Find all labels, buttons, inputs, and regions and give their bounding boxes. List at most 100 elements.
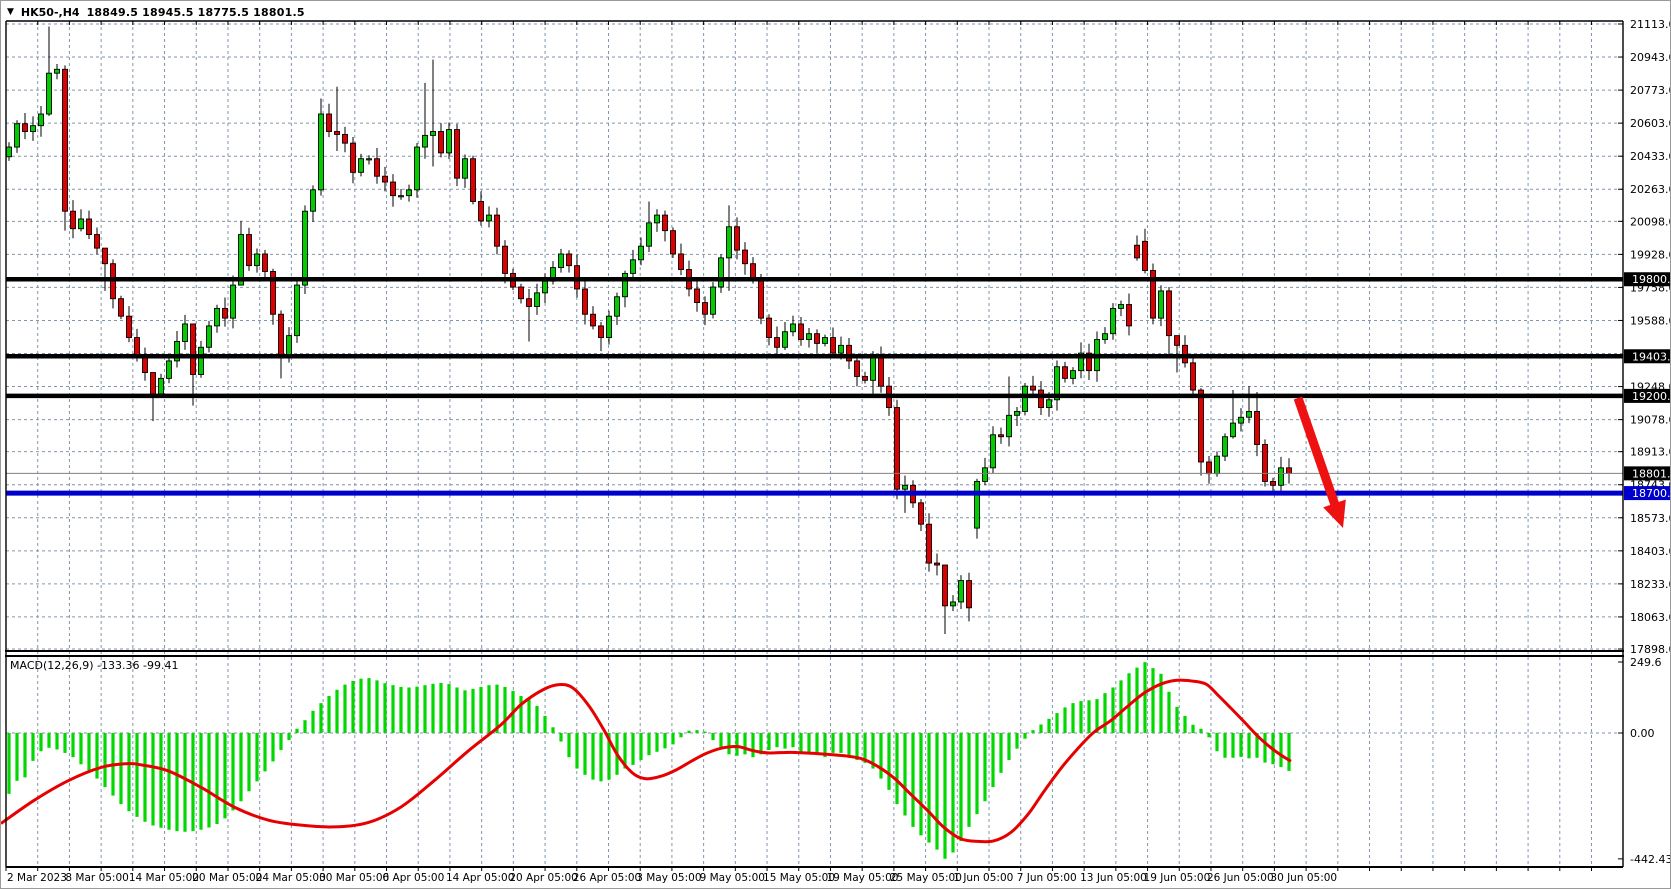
time-axis-label: 25 May 05:00: [890, 872, 962, 884]
time-axis-label: 26 Jun 05:00: [1207, 872, 1274, 884]
bear-candle-body: [1191, 363, 1196, 390]
bull-candle-body: [231, 285, 236, 318]
price-axis-label: 19928.0: [1630, 248, 1671, 261]
time-axis-label: 14 Apr 05:00: [446, 872, 514, 884]
bull-candle-body: [183, 324, 188, 341]
bull-candle-body: [1047, 400, 1052, 408]
bear-candle-body: [279, 314, 284, 357]
price-axis-label: 18063.0: [1630, 611, 1671, 624]
bear-candle-body: [503, 246, 508, 273]
price-axis-label: 18233.0: [1630, 578, 1671, 591]
price-axis-label: 20773.0: [1630, 84, 1671, 97]
time-axis-label: 19 Jun 05:00: [1144, 872, 1211, 884]
bear-candle-body: [135, 338, 140, 355]
mt4-chart-window: ▼ HK50-,H4 18849.5 18945.5 18775.5 18801…: [0, 0, 1671, 889]
bear-candle-body: [23, 124, 28, 132]
bear-candle-body: [767, 318, 772, 337]
bear-candle-body: [591, 314, 596, 326]
bear-candle-body: [1271, 481, 1276, 485]
bear-candle-body: [943, 565, 948, 606]
candle: [247, 228, 252, 271]
bear-candle-body: [703, 303, 708, 315]
price-badge-text: 19200.0: [1632, 390, 1671, 403]
bull-candle-body: [367, 159, 372, 160]
bull-candle-body: [711, 287, 716, 314]
bull-candle-body: [839, 345, 844, 353]
time-axis-label: 20 Mar 05:00: [192, 872, 262, 884]
bear-candle-body: [895, 408, 900, 490]
bear-candle-body: [223, 308, 228, 318]
candle: [119, 296, 124, 319]
time-axis: 2 Mar 20238 Mar 05:0014 Mar 05:0020 Mar …: [7, 872, 1337, 884]
time-axis-label: 26 Apr 05:00: [573, 872, 641, 884]
candle: [1263, 439, 1268, 486]
bull-candle-body: [807, 334, 812, 340]
bear-candle-body: [759, 279, 764, 318]
panel-separator-bottom[interactable]: [5, 655, 1624, 657]
price-badge-text: 18801.5: [1632, 467, 1671, 480]
ohlc-values: 18849.5 18945.5 18775.5 18801.5: [87, 6, 305, 19]
bull-candle-body: [215, 308, 220, 325]
bear-candle-body: [663, 215, 668, 231]
candle: [415, 143, 420, 197]
price-axis-label: 19588.0: [1630, 314, 1671, 327]
time-axis-label: 3 May 05:00: [636, 872, 701, 884]
bear-candle-body: [527, 299, 532, 307]
bull-candle-body: [1215, 456, 1220, 473]
bull-candle-body: [287, 336, 292, 357]
bear-candle-body: [599, 326, 604, 338]
bull-candle-body: [1223, 437, 1228, 456]
bear-candle-body: [967, 581, 972, 608]
bear-candle-body: [671, 231, 676, 254]
bull-candle-body: [719, 258, 724, 287]
bull-candle-body: [159, 378, 164, 394]
price-axis-label: 20263.0: [1630, 183, 1671, 196]
bull-candle-body: [783, 332, 788, 348]
bull-candle-body: [15, 124, 20, 147]
bear-candle-body: [327, 114, 332, 131]
bear-candle-body: [455, 130, 460, 179]
bull-candle-body: [727, 227, 732, 258]
chart-titlebar: ▼ HK50-,H4 18849.5 18945.5 18775.5 18801…: [7, 4, 305, 20]
bear-candle-body: [1127, 305, 1132, 326]
bear-candle-body: [855, 361, 860, 377]
macd-axis-label: -442.43: [1630, 853, 1671, 866]
bull-candle-body: [295, 285, 300, 336]
time-axis-label: 2 Mar 2023: [7, 872, 67, 884]
time-axis-label: 6 Apr 05:00: [383, 872, 445, 884]
bear-candle-body: [95, 235, 100, 249]
bull-candle-body: [823, 338, 828, 344]
bear-candle-body: [335, 132, 340, 135]
bear-candle-body: [375, 159, 380, 176]
chart-canvas[interactable]: 21113.020943.020773.020603.020433.020263…: [1, 1, 1671, 889]
bear-candle-body: [247, 235, 252, 266]
bear-candle-body: [583, 289, 588, 314]
bull-candle-body: [655, 215, 660, 223]
bull-candle-body: [199, 347, 204, 374]
bull-candle-body: [1231, 423, 1236, 437]
bear-candle-body: [383, 176, 388, 182]
bull-candle-body: [1007, 415, 1012, 436]
bull-candle-body: [615, 297, 620, 316]
panel-separator-top[interactable]: [5, 650, 1624, 652]
price-badge-19403.8: 19403.8: [1624, 349, 1671, 363]
macd-axis-label: 249.6: [1630, 656, 1662, 669]
bear-candle-body: [191, 324, 196, 375]
bull-candle-body: [543, 281, 548, 293]
bull-candle-body: [423, 135, 428, 147]
bear-candle-body: [71, 211, 76, 228]
bear-candle-body: [263, 254, 268, 271]
bull-candle-body: [951, 602, 956, 606]
price-axis-label: 17898.0: [1630, 643, 1671, 656]
bull-candle-body: [559, 254, 564, 268]
bull-candle-body: [39, 114, 44, 126]
bull-candle-body: [991, 435, 996, 468]
bull-candle-body: [31, 126, 36, 132]
macd-indicator-label: MACD(12,26,9) -133.36 -99.41: [10, 659, 178, 672]
bull-candle-body: [79, 219, 84, 229]
bull-candle-body: [311, 190, 316, 211]
price-badge-18700.0: 18700.0: [1624, 486, 1671, 500]
chevron-down-icon[interactable]: ▼: [7, 7, 14, 17]
price-badge-text: 19800.0: [1632, 273, 1671, 286]
bear-candle-body: [1199, 390, 1204, 462]
